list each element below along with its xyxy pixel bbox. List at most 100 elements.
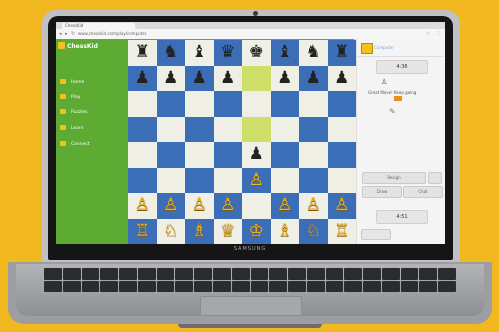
board-square[interactable]	[185, 116, 214, 142]
star-icon[interactable]: ☆	[426, 31, 430, 37]
keyboard-key[interactable]	[344, 268, 363, 280]
board-square[interactable]: ♜	[128, 40, 157, 66]
board-square[interactable]: ♟	[128, 65, 157, 91]
board-square[interactable]	[213, 142, 242, 168]
keyboard-key[interactable]	[438, 268, 456, 280]
board-square[interactable]	[327, 167, 356, 193]
board-square[interactable]: ♙	[270, 193, 299, 219]
board-square[interactable]: ♙	[156, 193, 185, 219]
chess-piece[interactable]: ♙	[306, 197, 321, 214]
board-square[interactable]	[299, 142, 328, 168]
sidebar-item-puzzles[interactable]: Puzzles	[60, 109, 88, 115]
arrow-left-icon[interactable]: ◂	[59, 31, 62, 37]
opponent-name[interactable]: Computer	[374, 45, 394, 50]
keyboard-key[interactable]	[400, 280, 419, 292]
keyboard-key[interactable]	[438, 280, 456, 292]
board-square[interactable]	[242, 91, 271, 117]
board-square[interactable]: ♔	[242, 218, 271, 244]
board-square[interactable]: ♟	[213, 65, 242, 91]
keyboard-key[interactable]	[119, 280, 137, 292]
board-square[interactable]	[299, 116, 328, 142]
board-square[interactable]	[327, 116, 356, 142]
board-square[interactable]	[156, 142, 185, 168]
chess-piece[interactable]: ♖	[135, 222, 150, 240]
keyboard-key[interactable]	[288, 268, 306, 280]
sidebar-item-connect[interactable]: Connect	[60, 141, 90, 147]
board-square[interactable]	[299, 91, 328, 117]
chess-piece[interactable]: ♟	[163, 69, 178, 87]
chess-piece[interactable]: ♟	[220, 69, 235, 87]
board-square[interactable]	[156, 91, 185, 117]
board-square[interactable]: ♜	[327, 40, 356, 66]
chess-piece[interactable]: ♘	[163, 222, 178, 240]
keyboard-key[interactable]	[306, 268, 325, 280]
board-square[interactable]	[128, 142, 157, 168]
board-square[interactable]	[270, 167, 299, 193]
board-square[interactable]: ♛	[213, 40, 242, 66]
keyboard-key[interactable]	[325, 268, 344, 280]
board-square[interactable]	[213, 167, 242, 193]
settings-button[interactable]	[361, 229, 391, 240]
keyboard-key[interactable]	[156, 280, 175, 292]
keyboard-key[interactable]	[194, 268, 212, 280]
chess-piece[interactable]: ♙	[135, 197, 150, 214]
chess-piece[interactable]: ♜	[334, 44, 349, 61]
board-square[interactable]: ♘	[299, 218, 328, 244]
keyboard-key[interactable]	[231, 280, 250, 292]
board-square[interactable]	[270, 142, 299, 168]
keyboard-key[interactable]	[44, 268, 62, 280]
board-square[interactable]: ♙	[299, 193, 328, 219]
arrow-right-icon[interactable]: ▸	[65, 31, 68, 37]
board-square[interactable]	[185, 167, 214, 193]
board-square[interactable]	[128, 91, 157, 117]
board-square[interactable]	[185, 142, 214, 168]
board-square[interactable]: ♖	[327, 218, 356, 244]
board-square[interactable]: ♙	[327, 193, 356, 219]
keyboard-key[interactable]	[156, 268, 175, 280]
board-square[interactable]: ♟	[185, 65, 214, 91]
board-square[interactable]: ♝	[185, 40, 214, 66]
keyboard-key[interactable]	[325, 280, 344, 292]
chess-piece[interactable]: ♚	[249, 44, 264, 61]
chess-piece[interactable]: ♞	[163, 44, 178, 61]
chess-piece[interactable]: ♟	[192, 69, 207, 87]
board-square[interactable]: ♙	[128, 193, 157, 219]
board-square[interactable]	[128, 167, 157, 193]
hint-icon[interactable]: ✎	[389, 107, 396, 116]
url-field[interactable]: www.chesskid.com/play/computer	[78, 31, 228, 37]
keyboard-key[interactable]	[100, 268, 119, 280]
chess-piece[interactable]: ♛	[220, 44, 235, 61]
board-square[interactable]: ♙	[185, 193, 214, 219]
chess-piece[interactable]: ♟	[249, 146, 264, 163]
keyboard-key[interactable]	[175, 268, 194, 280]
keyboard-key[interactable]	[212, 268, 231, 280]
board-square[interactable]	[156, 116, 185, 142]
board-square[interactable]: ♗	[185, 218, 214, 244]
draw-button[interactable]: Draw	[362, 186, 402, 198]
board-square[interactable]	[242, 116, 271, 142]
keyboard-key[interactable]	[62, 280, 81, 292]
keyboard-key[interactable]	[44, 280, 62, 292]
keyboard-key[interactable]	[381, 268, 400, 280]
keyboard-key[interactable]	[62, 268, 81, 280]
chess-piece[interactable]: ♟	[135, 69, 150, 87]
reload-icon[interactable]: ↻	[71, 31, 75, 37]
sidebar-item-play[interactable]: Play	[60, 94, 80, 100]
chesskid-logo[interactable]: ChessKid	[58, 42, 98, 50]
flag-icon[interactable]	[428, 172, 442, 184]
chess-piece[interactable]: ♙	[163, 197, 178, 214]
chess-piece[interactable]: ♝	[277, 44, 292, 61]
board-square[interactable]: ♚	[242, 40, 271, 66]
board-square[interactable]: ♘	[156, 218, 185, 244]
keyboard-key[interactable]	[81, 268, 100, 280]
chess-piece[interactable]: ♗	[192, 222, 207, 240]
resign-button[interactable]: Resign	[362, 172, 426, 184]
board-square[interactable]: ♞	[299, 40, 328, 66]
keyboard-key[interactable]	[344, 280, 363, 292]
keyboard-key[interactable]	[175, 280, 194, 292]
chess-piece[interactable]: ♝	[192, 44, 207, 61]
board-square[interactable]: ♗	[270, 218, 299, 244]
board-square[interactable]: ♟	[156, 65, 185, 91]
board-square[interactable]: ♞	[156, 40, 185, 66]
board-square[interactable]	[156, 167, 185, 193]
